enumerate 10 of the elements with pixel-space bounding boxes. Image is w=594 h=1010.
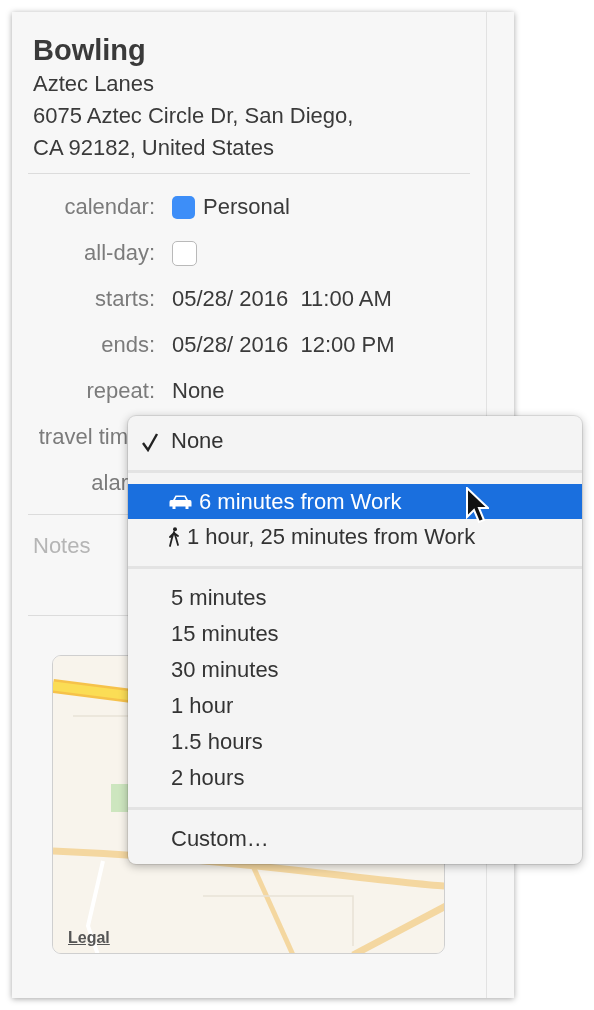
field-label: all-day:: [84, 240, 155, 265]
event-title: Bowling: [33, 33, 146, 68]
field-label: calendar:: [64, 194, 155, 219]
field-label: travel tim: [38, 424, 128, 449]
field-label: starts:: [95, 286, 155, 311]
field-label: ends:: [101, 332, 155, 357]
location-address: 6075 Aztec Circle Dr, San Diego, CA 92182, United States: [33, 102, 355, 162]
field-label: repeat:: [86, 378, 155, 403]
location-name: Aztec Lanes: [33, 70, 156, 98]
field-label: alar: [91, 470, 128, 495]
